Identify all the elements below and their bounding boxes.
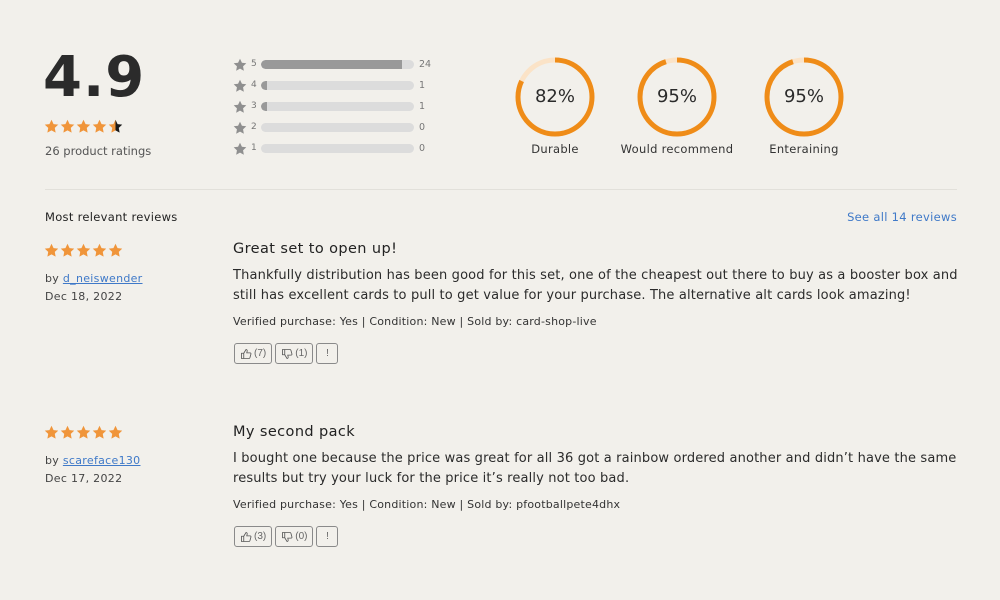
histogram-bar-track <box>261 60 414 69</box>
histogram-row-1[interactable]: 1 0 <box>233 141 453 155</box>
average-rating: 4.9 <box>43 45 146 110</box>
star-full-icon <box>60 119 75 134</box>
by-prefix: by <box>45 454 60 467</box>
histogram-row-5[interactable]: 5 24 <box>233 57 453 71</box>
histogram-star-label: 5 <box>251 59 257 69</box>
unhelpful-button[interactable]: (0) <box>275 526 314 547</box>
unhelpful-button[interactable]: (1) <box>275 343 314 364</box>
review-author-line: by scareface130 <box>45 454 140 467</box>
see-all-reviews-link[interactable]: See all 14 reviews <box>847 210 957 224</box>
star-icon <box>108 425 123 440</box>
star-icon <box>44 425 59 440</box>
thumbs-up-icon <box>241 531 252 542</box>
helpful-button[interactable]: (7) <box>234 343 273 364</box>
star-icon <box>60 425 75 440</box>
unhelpful-count: (1) <box>295 348 308 359</box>
thumbs-down-icon <box>282 531 293 542</box>
star-icon <box>76 243 91 258</box>
review-stars <box>44 243 123 258</box>
helpful-button[interactable]: (3) <box>234 526 273 547</box>
histogram-bar-fill <box>261 81 267 90</box>
donut-label: Enteraining <box>769 142 839 156</box>
star-icon <box>60 243 75 258</box>
star-partial-icon <box>108 119 123 134</box>
report-icon: ! <box>326 348 329 359</box>
review-meta: Verified purchase: Yes | Condition: New … <box>233 315 597 328</box>
histogram-bar-fill <box>261 60 403 69</box>
thumbs-down-icon <box>282 348 293 359</box>
review-actions: (7) (1) ! <box>234 343 339 364</box>
attribute-donut-entertaining: 95% <box>763 56 845 138</box>
review-author-link[interactable]: d_neiswender <box>63 272 143 285</box>
histogram-bar-track <box>261 81 414 90</box>
review-author-line: by d_neiswender <box>45 272 143 285</box>
histogram-count: 1 <box>419 101 426 112</box>
reviews-section-title: Most relevant reviews <box>45 210 178 224</box>
histogram-count: 1 <box>419 80 426 91</box>
helpful-count: (7) <box>254 348 267 359</box>
star-full-icon <box>92 119 107 134</box>
histogram-bar-track <box>261 102 414 111</box>
report-button[interactable]: ! <box>316 526 339 547</box>
star-icon <box>92 243 107 258</box>
thumbs-up-icon <box>241 348 252 359</box>
histogram-star-label: 1 <box>251 143 257 153</box>
attribute-donut-durable: 82% <box>514 56 596 138</box>
histogram-star-label: 4 <box>251 80 257 90</box>
histogram-row-4[interactable]: 4 1 <box>233 78 453 92</box>
divider <box>45 189 957 190</box>
histogram-bar-track <box>261 123 414 132</box>
star-icon <box>44 243 59 258</box>
histogram-bar-track <box>261 144 414 153</box>
donut-value: 95% <box>783 86 824 107</box>
histogram-count: 0 <box>419 122 426 133</box>
histogram-row-3[interactable]: 3 1 <box>233 99 453 113</box>
review-actions: (3) (0) ! <box>234 526 339 547</box>
star-icon <box>108 243 123 258</box>
histogram-count: 0 <box>419 143 426 154</box>
star-full-icon <box>44 119 59 134</box>
histogram-bar-fill <box>261 102 267 111</box>
review-meta: Verified purchase: Yes | Condition: New … <box>233 498 621 511</box>
histogram-row-2[interactable]: 2 0 <box>233 120 453 134</box>
star-full-icon <box>76 119 91 134</box>
histogram-star-label: 3 <box>251 101 257 111</box>
by-prefix: by <box>45 272 60 285</box>
star-icon <box>233 120 247 134</box>
review-title: Great set to open up! <box>233 241 398 257</box>
review-body: Thankfully distribution has been good fo… <box>233 268 958 303</box>
ratings-count: 26 product ratings <box>45 144 152 158</box>
review-author-link[interactable]: scareface130 <box>63 454 141 467</box>
attribute-donut-would-recommend: 95% <box>636 56 718 138</box>
average-rating-stars <box>44 119 123 134</box>
review-body: I bought one because the price was great… <box>233 451 957 486</box>
helpful-count: (3) <box>254 531 267 542</box>
star-icon <box>92 425 107 440</box>
review-stars <box>44 425 123 440</box>
report-button[interactable]: ! <box>316 343 339 364</box>
histogram-star-label: 2 <box>251 122 257 132</box>
donut-value: 82% <box>534 86 575 107</box>
histogram-count: 24 <box>419 59 432 70</box>
review-date: Dec 18, 2022 <box>45 290 123 303</box>
donut-value: 95% <box>656 86 697 107</box>
star-icon <box>76 425 91 440</box>
report-icon: ! <box>326 531 329 542</box>
review-date: Dec 17, 2022 <box>45 472 123 485</box>
star-icon <box>233 78 247 92</box>
review-title: My second pack <box>233 424 356 440</box>
star-icon <box>233 57 247 71</box>
unhelpful-count: (0) <box>295 531 308 542</box>
star-icon <box>233 99 247 113</box>
star-icon <box>233 141 247 155</box>
